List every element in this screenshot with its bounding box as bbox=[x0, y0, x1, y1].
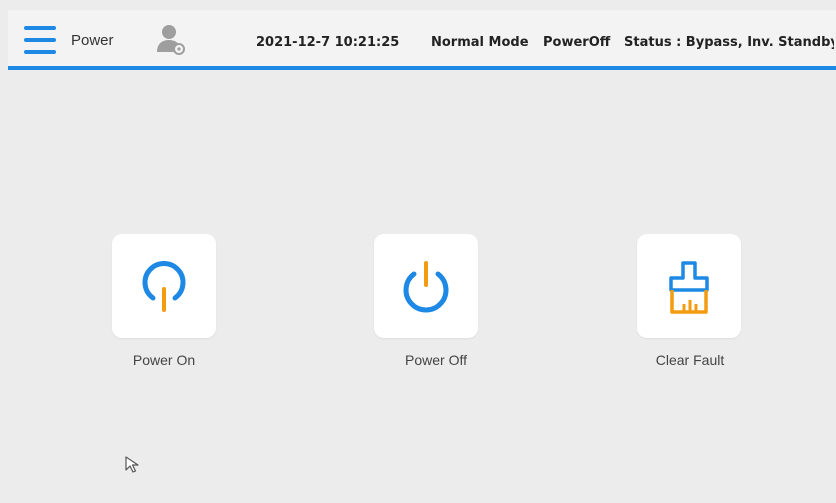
system-status: Status : Bypass, Inv. Standby bbox=[624, 35, 834, 50]
clear-fault-label: Clear Fault bbox=[655, 352, 725, 368]
clear-fault-button[interactable] bbox=[637, 234, 741, 338]
mouse-cursor-icon bbox=[125, 456, 139, 473]
power-state: PowerOff bbox=[543, 35, 611, 50]
power-on-button[interactable] bbox=[112, 234, 216, 338]
menu-icon[interactable] bbox=[24, 26, 56, 54]
power-on-label: Power On bbox=[132, 352, 196, 368]
power-on-icon bbox=[142, 261, 186, 312]
power-off-label: Power Off bbox=[405, 352, 467, 368]
page-title: Power bbox=[71, 32, 114, 49]
user-settings-icon[interactable] bbox=[156, 24, 186, 56]
power-screen: Power 2021-12-7 10:21:25 Normal Mode Pow… bbox=[0, 0, 836, 503]
operation-mode: Normal Mode bbox=[431, 35, 529, 50]
power-off-button[interactable] bbox=[374, 234, 478, 338]
datetime: 2021-12-7 10:21:25 bbox=[256, 35, 400, 50]
brush-icon bbox=[669, 261, 709, 314]
power-off-icon bbox=[403, 261, 449, 313]
top-bar: Power 2021-12-7 10:21:25 Normal Mode Pow… bbox=[8, 10, 836, 70]
